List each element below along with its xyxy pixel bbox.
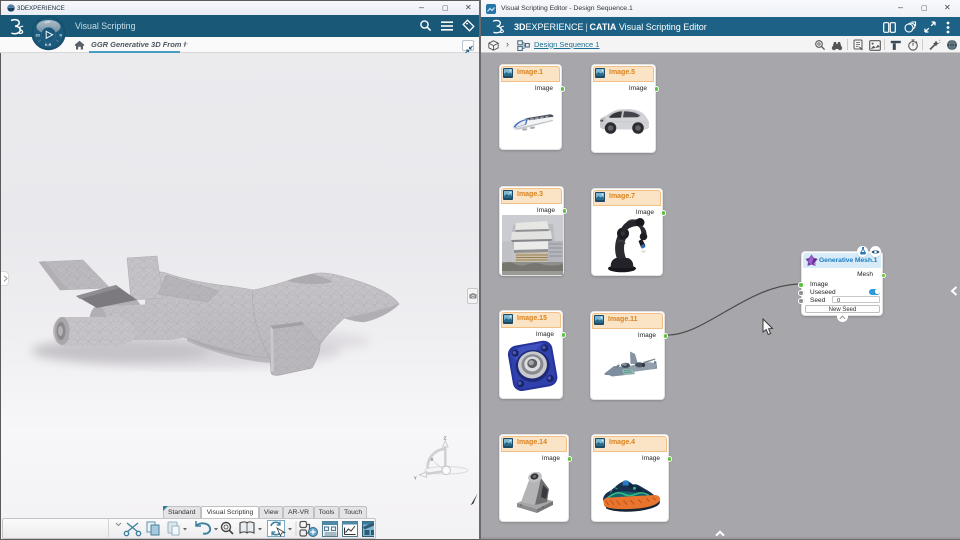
svg-text:X: X <box>430 457 434 463</box>
svg-text:K.R: K.R <box>45 43 52 47</box>
svg-text:3D: 3D <box>36 33 41 37</box>
svg-text:R: R <box>60 33 63 37</box>
svg-text:Y: Y <box>414 476 418 482</box>
svg-text:Z: Z <box>443 436 446 442</box>
